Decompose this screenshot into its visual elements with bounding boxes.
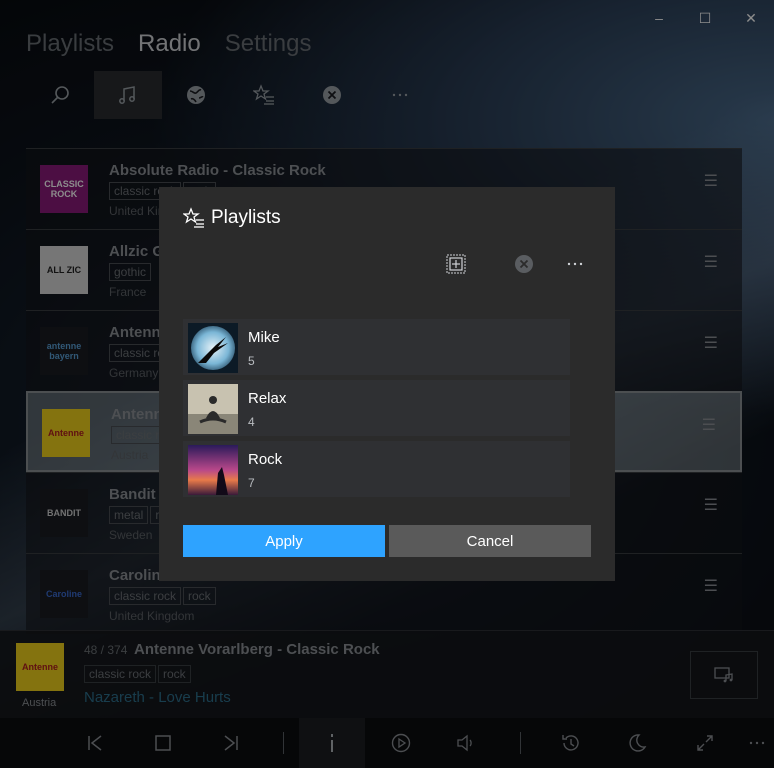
dialog-header: Playlists [183, 207, 281, 229]
more-icon[interactable] [565, 254, 585, 279]
playlist-count: 7 [248, 476, 255, 490]
playlist-thumbnail-sunset [188, 445, 238, 495]
playlist-name: Rock [248, 451, 283, 468]
favorite-list-icon [183, 207, 204, 228]
playlist-name: Relax [248, 390, 287, 407]
playlist-item[interactable]: Mike 5 [183, 319, 570, 375]
cancel-button[interactable]: Cancel [389, 525, 591, 557]
playlist-name: Mike [248, 329, 280, 346]
playlist-item[interactable]: Relax 4 [183, 380, 570, 436]
playlist-item[interactable]: Rock 7 [183, 441, 570, 497]
playlist-thumbnail-meditation [188, 384, 238, 434]
playlist-count: 4 [248, 415, 255, 429]
playlists-dialog: Playlists Mike 5 Relax 4 Rock 7 Apply Ca… [159, 187, 615, 581]
dialog-title: Playlists [211, 207, 281, 228]
close-circle-icon[interactable] [514, 254, 534, 279]
add-playlist-icon[interactable] [446, 254, 466, 279]
playlist-count: 5 [248, 354, 255, 368]
playlist-thumbnail-bird [188, 323, 238, 373]
apply-button[interactable]: Apply [183, 525, 385, 557]
